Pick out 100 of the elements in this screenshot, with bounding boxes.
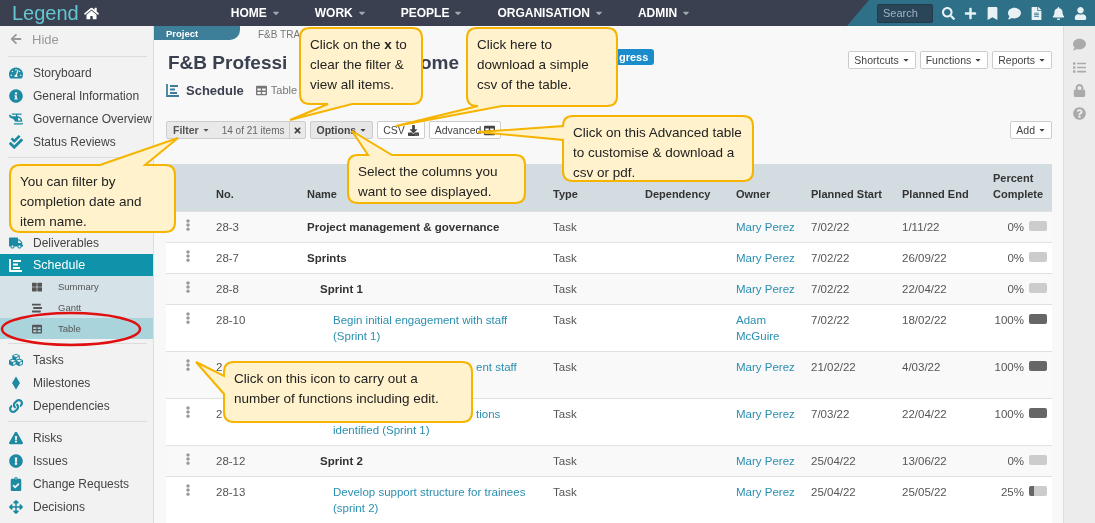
logo[interactable]: Legend (12, 1, 79, 25)
clipboard-check-icon (9, 476, 23, 491)
sidebar-item[interactable]: Storyboard (0, 61, 153, 84)
lock-icon[interactable] (1073, 84, 1086, 97)
owner-link[interactable]: Mary Perez (736, 280, 795, 297)
document-icon[interactable] (1030, 6, 1043, 20)
add-button[interactable]: Add (1010, 121, 1052, 139)
info-icon (9, 88, 23, 103)
search-icon[interactable] (942, 6, 955, 20)
section-title: Schedule (186, 82, 244, 98)
task-link[interactable]: identified (Sprint 1) (333, 421, 430, 438)
table-cell: 7/02/22 (811, 251, 850, 264)
plus-icon[interactable] (964, 6, 977, 20)
table-cell: 22/04/22 (902, 282, 947, 295)
owner-link[interactable]: Adam McGuire (736, 311, 797, 344)
user-icon[interactable] (1074, 6, 1087, 20)
sidebar-subitem[interactable]: Summary (0, 276, 153, 297)
table-cell-text: 100% (994, 406, 1024, 422)
sidebar-item[interactable]: General Information (0, 84, 153, 107)
table-cell: 25/04/22 (811, 485, 856, 498)
table-cell: Task (553, 485, 577, 498)
dropdown-button[interactable]: Reports (992, 51, 1052, 70)
bell-icon[interactable] (1052, 6, 1065, 20)
column-header[interactable]: Type (553, 185, 631, 202)
owner-link[interactable]: Mary Perez (736, 483, 795, 500)
truck-icon (9, 235, 23, 250)
options-button[interactable]: Options (310, 121, 374, 139)
sidebar-subitem[interactable]: Gantt (0, 297, 153, 318)
table-cell-text: 0% (1007, 281, 1024, 297)
task-name: Sprint 2 (320, 453, 363, 469)
sidebar-item[interactable]: Risks (0, 426, 153, 449)
schedule-icon (9, 258, 23, 272)
grid-icon (32, 281, 42, 292)
list-icon[interactable] (1073, 61, 1086, 74)
table-cell: Task (553, 454, 577, 467)
table-cell: 25/04/22 (811, 454, 856, 467)
download-icon (407, 124, 419, 136)
sidebar-item[interactable]: Status Reviews (0, 130, 153, 153)
helicopter-icon (9, 111, 23, 126)
nav-menu[interactable]: ORGANISATION (497, 6, 604, 20)
table-cell: 1/11/22 (902, 220, 940, 233)
owner-link[interactable]: Mary Perez (736, 452, 795, 469)
nav-menu[interactable]: ADMIN (637, 6, 692, 20)
row-number: 28-12 (216, 454, 246, 467)
breadcrumb[interactable]: F&B TRA (258, 29, 301, 40)
sidebar-item[interactable]: Change Requests (0, 472, 153, 495)
home-icon[interactable] (83, 5, 99, 21)
task-link[interactable]: tions (476, 405, 501, 422)
dropdown-button[interactable]: Functions (919, 51, 989, 70)
view-tab[interactable]: Table (255, 84, 298, 97)
row-number: 28-3 (216, 220, 240, 233)
task-link[interactable]: ent staff (476, 358, 517, 375)
warning-icon (9, 430, 23, 445)
project-tab[interactable]: Project (154, 26, 240, 40)
chat-icon[interactable] (1008, 6, 1021, 20)
sidebar-item[interactable]: Milestones (0, 371, 153, 394)
caret-icon (1038, 126, 1046, 134)
advanced-button[interactable]: Advanced (428, 121, 502, 139)
table-cell-text: 0% (1007, 453, 1024, 469)
owner-link[interactable]: Mary Perez (736, 249, 795, 266)
nav-menu[interactable]: HOME (230, 6, 281, 20)
dropdown-button[interactable]: Shortcuts (848, 51, 916, 70)
sidebar-item[interactable]: Tasks (0, 348, 153, 371)
search-field[interactable]: Search (877, 3, 933, 23)
task-link[interactable]: Develop support structure for trainees (sprint 2) (333, 483, 539, 516)
sidebar-item[interactable]: Governance Overview (0, 107, 153, 130)
sidebar-item[interactable]: Dependencies (0, 394, 153, 417)
table-cell: 7/02/22 (811, 313, 850, 326)
sidebar-item[interactable]: Decisions (0, 495, 153, 518)
caret-icon (201, 126, 210, 134)
help-icon[interactable] (1073, 107, 1086, 120)
table-cell: 7/02/22 (811, 220, 850, 233)
table-cell: 21/02/22 (811, 360, 856, 373)
table-cell: 4/03/22 (902, 360, 941, 373)
page-title: F&B Professi (168, 52, 288, 75)
table-cell: 7/03/22 (811, 407, 850, 420)
owner-link[interactable]: Mary Perez (736, 405, 795, 422)
table-cell: 22/04/22 (902, 407, 947, 420)
table-cell-text: 25% (1000, 484, 1024, 500)
nav-menu[interactable]: PEOPLE (400, 6, 464, 20)
table-icon (255, 84, 267, 96)
item-count: 14 of 21 items (220, 124, 286, 136)
owner-link[interactable]: Mary Perez (736, 358, 795, 375)
sidebar-subitem[interactable]: Table (0, 318, 153, 339)
table-cell: 18/02/22 (902, 313, 947, 326)
table-cell: 25/05/22 (902, 485, 947, 498)
sidebar-item[interactable]: Issues (0, 449, 153, 472)
sidebar-item[interactable]: Schedule (0, 254, 153, 276)
table-cell: 7/02/22 (811, 282, 850, 295)
owner-link[interactable]: Mary Perez (736, 218, 795, 235)
sidebar-item[interactable]: Deliverables (0, 231, 153, 254)
table-cell: Task (553, 251, 577, 264)
nav-menu[interactable]: WORK (314, 6, 367, 20)
bookmark-icon[interactable] (986, 6, 999, 20)
table-cell: Task (553, 220, 577, 233)
filter-button[interactable]: Filter (167, 124, 216, 136)
cubes-icon (9, 352, 23, 367)
csv-button[interactable]: CSV (377, 121, 425, 139)
task-link[interactable]: Begin initial engagement with staff (Sprint 1) (333, 311, 539, 344)
table-cell: Task (553, 313, 577, 326)
